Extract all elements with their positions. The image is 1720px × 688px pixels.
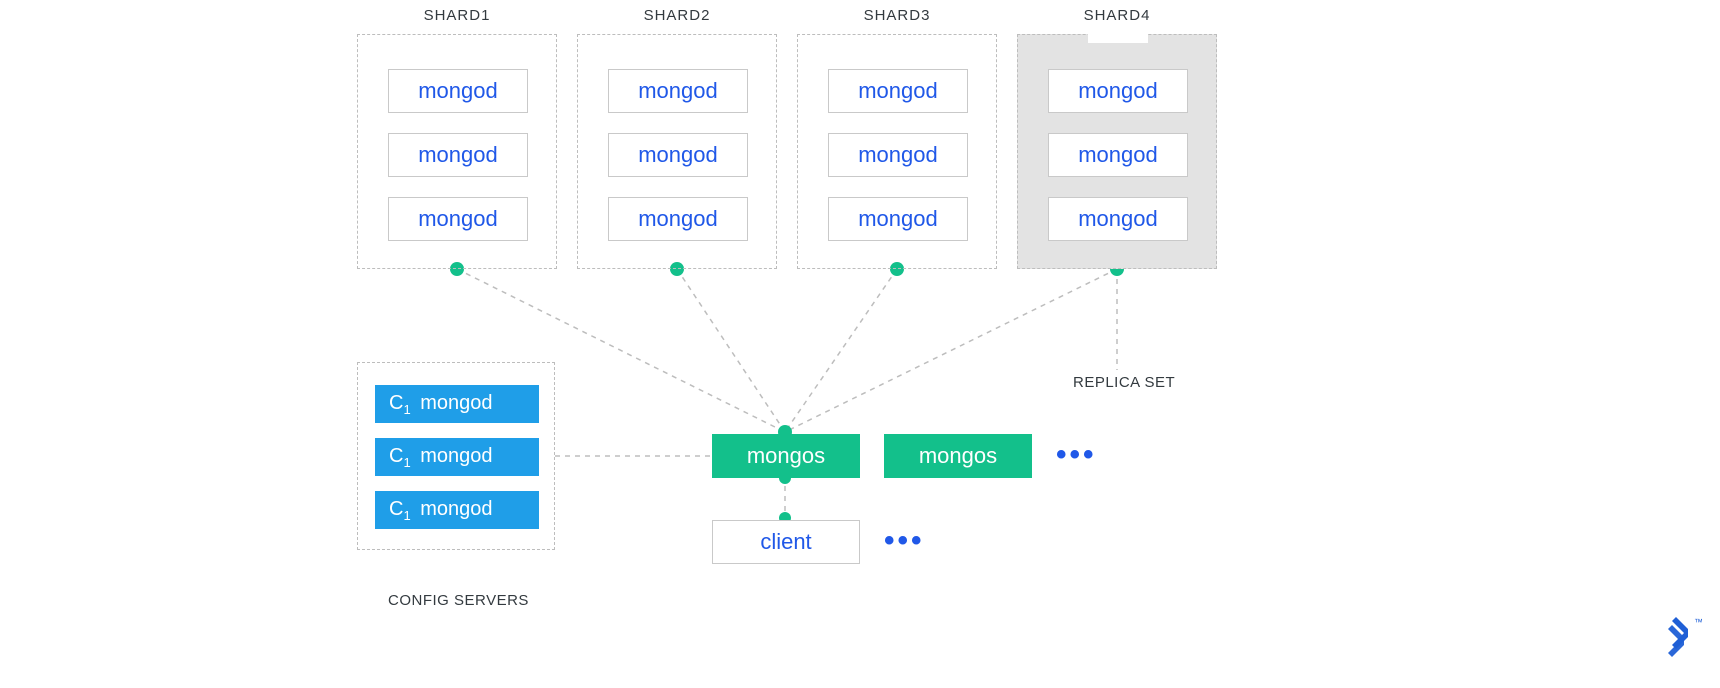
shard-2: SHARD2 mongod mongod mongod (577, 34, 777, 269)
mongos-router: mongos (712, 434, 860, 478)
shard-title: SHARD1 (358, 7, 556, 24)
shard-title: SHARD3 (798, 7, 996, 24)
svg-text:™: ™ (1694, 617, 1702, 627)
mongod-node: mongod (608, 197, 748, 241)
mongod-node: mongod (388, 69, 528, 113)
mongod-node: mongod (1048, 69, 1188, 113)
config-server-node: C1 mongod (375, 385, 539, 423)
mongod-node: mongod (608, 69, 748, 113)
shard-4: SHARD4 mongod mongod mongod (1017, 34, 1217, 269)
shard-3: SHARD3 mongod mongod mongod (797, 34, 997, 269)
mongos-router: mongos (884, 434, 1032, 478)
config-servers-label: CONFIG SERVERS (388, 592, 529, 609)
shard-title: SHARD4 (1018, 7, 1216, 24)
mongod-node: mongod (828, 133, 968, 177)
mongod-node: mongod (1048, 197, 1188, 241)
more-icon: ••• (884, 524, 925, 558)
client-node: client (712, 520, 860, 564)
brand-logo: ™ (1646, 611, 1702, 672)
mongod-node: mongod (828, 69, 968, 113)
shard-title: SHARD2 (578, 7, 776, 24)
config-server-node: C1 mongod (375, 438, 539, 476)
config-servers-group: C1 mongod C1 mongod C1 mongod (357, 362, 555, 550)
mongod-node: mongod (388, 197, 528, 241)
replica-set-label: REPLICA SET (1073, 374, 1175, 391)
mongod-node: mongod (828, 197, 968, 241)
mongod-node: mongod (1048, 133, 1188, 177)
config-server-node: C1 mongod (375, 491, 539, 529)
more-icon: ••• (1056, 438, 1097, 472)
mongod-node: mongod (608, 133, 748, 177)
shard-1: SHARD1 mongod mongod mongod (357, 34, 557, 269)
mongod-node: mongod (388, 133, 528, 177)
